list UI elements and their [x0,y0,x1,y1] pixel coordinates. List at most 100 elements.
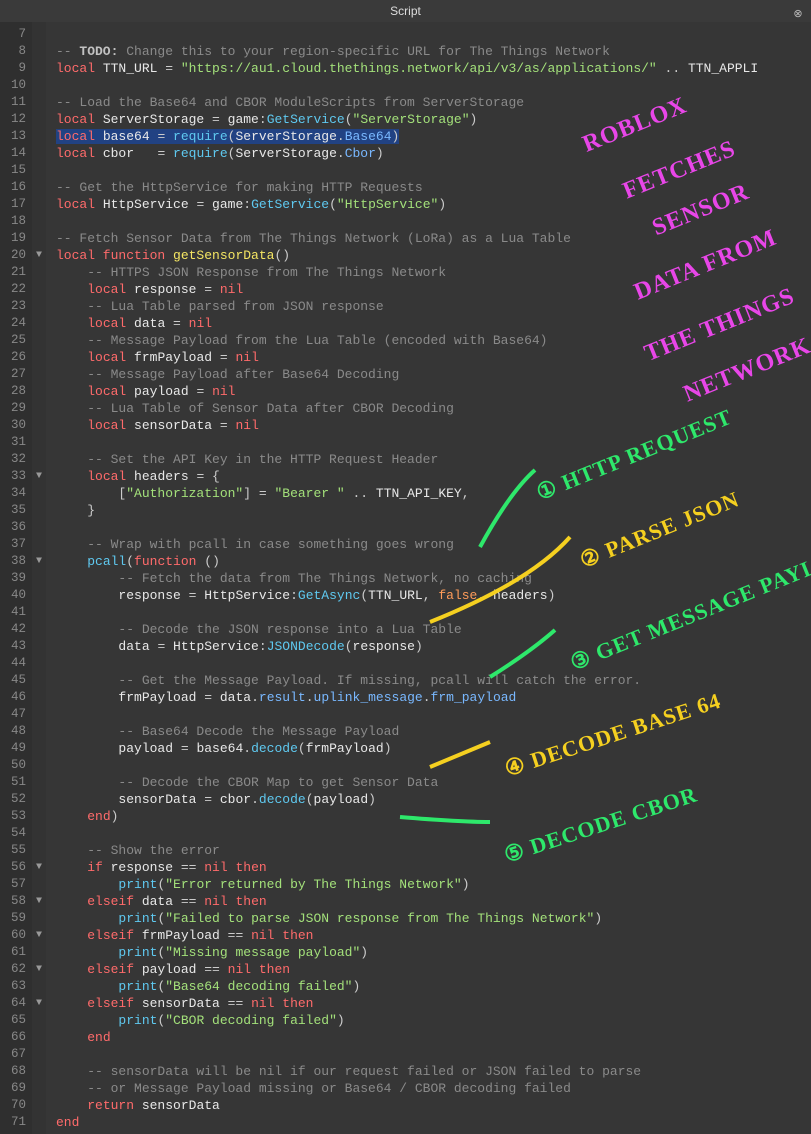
code-line[interactable]: -- Get the HttpService for making HTTP R… [56,179,811,196]
code-line[interactable]: print("Missing message payload") [56,944,811,961]
line-number: 48 [0,723,32,740]
code-line[interactable]: local frmPayload = nil [56,349,811,366]
code-line[interactable]: ["Authorization"] = "Bearer " .. TTN_API… [56,485,811,502]
code-line[interactable]: elseif sensorData == nil then [56,995,811,1012]
code-line[interactable] [56,655,811,672]
code-line[interactable]: -- Show the error [56,842,811,859]
fold-marker [32,774,46,791]
code-line[interactable]: -- Base64 Decode the Message Payload [56,723,811,740]
code-line[interactable]: local TTN_URL = "https://au1.cloud.theth… [56,60,811,77]
code-line[interactable]: if response == nil then [56,859,811,876]
fold-marker[interactable]: ▼ [32,468,46,485]
code-line[interactable]: -- TODO: Change this to your region-spec… [56,43,811,60]
code-line[interactable] [56,26,811,43]
code-line[interactable]: -- Fetch Sensor Data from The Things Net… [56,230,811,247]
code-line[interactable]: print("Error returned by The Things Netw… [56,876,811,893]
code-line[interactable]: elseif data == nil then [56,893,811,910]
code-line[interactable]: pcall(function () [56,553,811,570]
code-line[interactable]: -- Message Payload after Base64 Decoding [56,366,811,383]
code-line[interactable] [56,213,811,230]
code-line[interactable]: -- Message Payload from the Lua Table (e… [56,332,811,349]
code-line[interactable]: -- or Message Payload missing or Base64 … [56,1080,811,1097]
code-line[interactable]: local base64 = require(ServerStorage.Bas… [56,128,811,145]
code-area[interactable]: -- TODO: Change this to your region-spec… [46,22,811,1134]
line-number: 41 [0,604,32,621]
fold-marker[interactable]: ▼ [32,927,46,944]
code-line[interactable]: -- Fetch the data from The Things Networ… [56,570,811,587]
code-line[interactable] [56,604,811,621]
code-line[interactable]: print("CBOR decoding failed") [56,1012,811,1029]
code-line[interactable]: payload = base64.decode(frmPayload) [56,740,811,757]
code-line[interactable]: -- Wrap with pcall in case something goe… [56,536,811,553]
code-line[interactable]: local response = nil [56,281,811,298]
code-line[interactable]: -- sensorData will be nil if our request… [56,1063,811,1080]
code-line[interactable]: } [56,502,811,519]
fold-marker [32,638,46,655]
fold-marker [32,536,46,553]
code-editor[interactable]: 7891011121314151617181920212223242526272… [0,22,811,1134]
line-number: 33 [0,468,32,485]
fold-marker [32,145,46,162]
code-line[interactable]: elseif payload == nil then [56,961,811,978]
code-line[interactable]: local sensorData = nil [56,417,811,434]
code-line[interactable] [56,434,811,451]
fold-marker[interactable]: ▼ [32,961,46,978]
code-line[interactable]: local HttpService = game:GetService("Htt… [56,196,811,213]
window-title: Script [390,4,421,18]
fold-marker [32,689,46,706]
code-line[interactable]: sensorData = cbor.decode(payload) [56,791,811,808]
code-line[interactable]: end [56,1114,811,1131]
line-number: 23 [0,298,32,315]
code-line[interactable]: response = HttpService:GetAsync(TTN_URL,… [56,587,811,604]
code-line[interactable]: -- Lua Table of Sensor Data after CBOR D… [56,400,811,417]
fold-column[interactable]: ▼ ▼ ▼ ▼ ▼ ▼ ▼ ▼ [32,22,46,1134]
code-line[interactable]: frmPayload = data.result.uplink_message.… [56,689,811,706]
code-line[interactable]: local headers = { [56,468,811,485]
fold-marker [32,519,46,536]
line-number: 12 [0,111,32,128]
line-number: 59 [0,910,32,927]
fold-marker[interactable]: ▼ [32,893,46,910]
code-line[interactable] [56,706,811,723]
code-line[interactable] [56,825,811,842]
code-line[interactable]: local payload = nil [56,383,811,400]
code-line[interactable]: print("Base64 decoding failed") [56,978,811,995]
line-number: 45 [0,672,32,689]
code-line[interactable]: -- Decode the CBOR Map to get Sensor Dat… [56,774,811,791]
code-line[interactable]: end [56,1029,811,1046]
fold-marker[interactable]: ▼ [32,553,46,570]
code-line[interactable] [56,1046,811,1063]
code-line[interactable]: -- Load the Base64 and CBOR ModuleScript… [56,94,811,111]
code-line[interactable]: data = HttpService:JSONDecode(response) [56,638,811,655]
code-line[interactable]: end) [56,808,811,825]
fold-marker [32,587,46,604]
code-line[interactable]: elseif frmPayload == nil then [56,927,811,944]
code-line[interactable]: -- Decode the JSON response into a Lua T… [56,621,811,638]
code-line[interactable]: return sensorData [56,1097,811,1114]
fold-marker [32,655,46,672]
fold-marker [32,128,46,145]
code-line[interactable] [56,162,811,179]
code-line[interactable]: local ServerStorage = game:GetService("S… [56,111,811,128]
code-line[interactable] [56,757,811,774]
line-number: 38 [0,553,32,570]
code-line[interactable]: local cbor = require(ServerStorage.Cbor) [56,145,811,162]
close-icon[interactable]: ⊗ [791,3,805,17]
line-number: 24 [0,315,32,332]
fold-marker [32,604,46,621]
fold-marker[interactable]: ▼ [32,995,46,1012]
code-line[interactable]: local function getSensorData() [56,247,811,264]
fold-marker[interactable]: ▼ [32,859,46,876]
fold-marker [32,621,46,638]
code-line[interactable] [56,519,811,536]
code-line[interactable]: -- HTTPS JSON Response from The Things N… [56,264,811,281]
fold-marker [32,1097,46,1114]
line-number: 28 [0,383,32,400]
code-line[interactable]: -- Get the Message Payload. If missing, … [56,672,811,689]
code-line[interactable]: local data = nil [56,315,811,332]
fold-marker[interactable]: ▼ [32,247,46,264]
code-line[interactable] [56,77,811,94]
code-line[interactable]: print("Failed to parse JSON response fro… [56,910,811,927]
code-line[interactable]: -- Set the API Key in the HTTP Request H… [56,451,811,468]
code-line[interactable]: -- Lua Table parsed from JSON response [56,298,811,315]
